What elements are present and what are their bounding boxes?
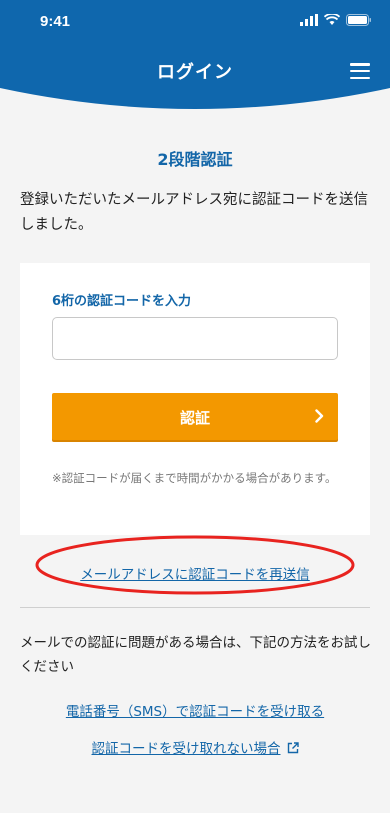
status-time: 9:41: [40, 13, 71, 30]
verify-button[interactable]: 認証: [52, 393, 338, 440]
resend-code-link[interactable]: メールアドレスに認証コードを再送信: [0, 563, 390, 583]
code-field-label: 6桁の認証コードを入力: [52, 294, 192, 309]
page-title: 2段階認証: [157, 150, 233, 169]
cant-receive-link-label: 認証コードを受け取れない場合: [91, 741, 281, 757]
verification-card: 6桁の認証コードを入力 認証 ※認証コードが届くまで時間がかかる場合があります。: [20, 263, 370, 535]
cant-receive-link[interactable]: 認証コードを受け取れない場合: [0, 737, 390, 757]
app-header: 9:41 ログイン: [0, 0, 390, 112]
intro-text: 登録いただいたメールアドレス宛に認証コードを送信しました。: [20, 192, 368, 233]
signal-icon: [300, 14, 318, 26]
battery-icon: [346, 14, 371, 26]
verification-code-input[interactable]: [52, 317, 338, 360]
chevron-right-icon: [315, 409, 324, 423]
header-title: ログイン: [157, 62, 233, 83]
status-icons: [300, 14, 372, 26]
hamburger-menu-icon[interactable]: [350, 63, 370, 79]
help-text: メールでの認証に問題がある場合は、下記の方法をお試しください: [20, 635, 371, 675]
verify-button-label: 認証: [179, 410, 210, 427]
sms-code-link[interactable]: 電話番号（SMS）で認証コードを受け取る: [0, 700, 390, 720]
divider: [20, 607, 370, 608]
wifi-icon: [324, 14, 340, 25]
external-link-icon: [287, 742, 299, 754]
delivery-note: ※認証コードが届くまで時間がかかる場合があります。: [52, 471, 337, 485]
